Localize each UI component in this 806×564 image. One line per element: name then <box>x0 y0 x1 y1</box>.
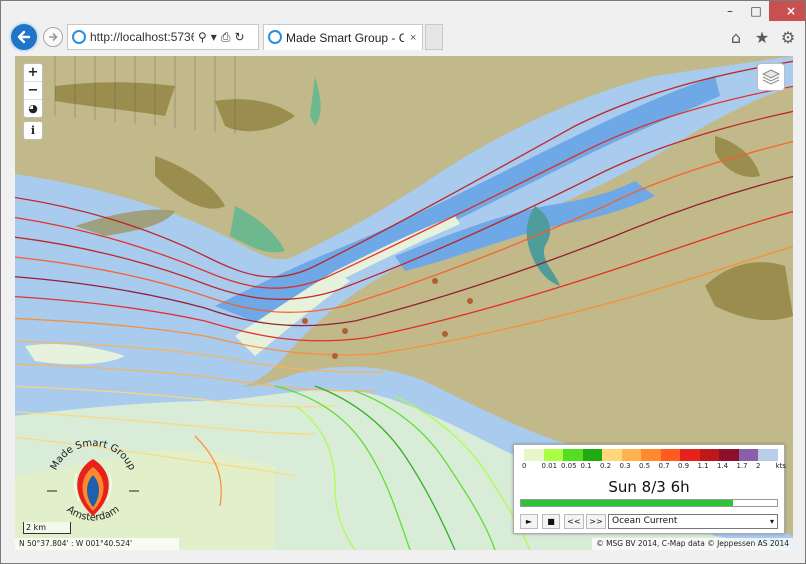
title-bar: – □ × http://localhost:57369/L ⚲ ▾ ⎙ ↻ M… <box>1 1 805 57</box>
address-bar[interactable]: http://localhost:57369/L ⚲ ▾ ⎙ ↻ <box>67 24 259 50</box>
layer-select-value: Ocean Current <box>612 516 678 526</box>
zoom-in-button[interactable]: + <box>24 64 42 82</box>
forward-button-playback[interactable]: >> <box>586 514 606 529</box>
minimize-button[interactable]: – <box>717 1 743 21</box>
back-button[interactable] <box>9 22 39 52</box>
legend-label: 0.5 <box>639 462 651 470</box>
legend-swatch <box>738 449 758 461</box>
compat-view-icon[interactable]: ⎙ <box>221 30 231 45</box>
made-smart-group-logo: Made Smart Group Amsterdam <box>47 438 139 524</box>
map-attribution: © MSG BV 2014, C-Map data © Jeppessen AS… <box>592 538 793 550</box>
legend-label: 0.9 <box>678 462 690 470</box>
address-url[interactable]: http://localhost:57369/L <box>90 30 194 44</box>
legend-unit: kts <box>775 462 786 470</box>
legend-swatch <box>660 449 680 461</box>
forecast-time: Sun 8/3 6h <box>608 478 690 496</box>
legend-swatch <box>543 449 563 461</box>
back-arrow-icon <box>17 30 31 44</box>
home-icon[interactable]: ⌂ <box>727 28 745 47</box>
ie-page-icon <box>72 30 86 44</box>
time-progress-fill <box>521 500 734 506</box>
chevron-down-icon: ▾ <box>769 517 774 526</box>
star-icon[interactable]: ★ <box>753 28 771 47</box>
zoom-control: + − ◕ <box>23 63 43 118</box>
legend-label: 1.7 <box>736 462 748 470</box>
scale-bar: 2 km <box>23 522 71 534</box>
chart-map[interactable]: + − ◕ i Made Smart Group Amsterdam 2 km … <box>15 56 793 550</box>
layer-select[interactable]: Ocean Current ▾ <box>608 514 778 529</box>
legend-label: 0.2 <box>600 462 612 470</box>
current-control-panel: 0 0.01 0.05 0.1 0.2 0.3 0.5 0.7 0.9 1.1 1.4 1.7 2 kts… <box>513 444 786 534</box>
browser-window: – □ × http://localhost:57369/L ⚲ ▾ ⎙ ↻ M… <box>0 0 806 564</box>
close-window-button[interactable]: × <box>769 1 805 21</box>
speed-legend-bar <box>524 449 778 461</box>
legend-label: 1.1 <box>697 462 709 470</box>
info-button[interactable]: i <box>23 121 43 140</box>
layers-icon <box>761 69 781 85</box>
legend-swatch <box>621 449 641 461</box>
refresh-icon[interactable]: ↻ <box>234 30 244 44</box>
globe-icon[interactable]: ◕ <box>24 100 42 117</box>
browser-toolbar: ⌂ ★ ⚙ <box>727 28 797 47</box>
maximize-button[interactable]: □ <box>743 1 769 21</box>
legend-swatch <box>758 449 778 461</box>
search-icon[interactable]: ⚲ <box>198 30 207 44</box>
legend-label: 2 <box>756 462 761 470</box>
legend-label: 0.1 <box>580 462 592 470</box>
cursor-coordinates: N 50°37.804' : W 001°40.524' <box>15 538 179 550</box>
legend-swatch <box>680 449 700 461</box>
legend-label: 0.01 <box>541 462 558 470</box>
forward-button[interactable] <box>43 27 63 47</box>
legend-swatch <box>641 449 661 461</box>
legend-swatch <box>563 449 583 461</box>
legend-swatch <box>719 449 739 461</box>
tab-close-icon[interactable]: × <box>410 32 416 44</box>
layers-button[interactable] <box>757 63 785 91</box>
legend-swatch <box>602 449 622 461</box>
legend-label: 0.7 <box>658 462 670 470</box>
dropdown-icon[interactable]: ▾ <box>211 30 217 44</box>
legend-label: 0 <box>522 462 527 470</box>
speed-legend-labels: 0 0.01 0.05 0.1 0.2 0.3 0.5 0.7 0.9 1.1 1.4 1.7 2 kts <box>522 462 786 472</box>
legend-label: 0.05 <box>561 462 577 470</box>
legend-swatch <box>699 449 719 461</box>
rewind-button[interactable]: << <box>564 514 584 529</box>
zoom-out-button[interactable]: − <box>24 82 42 100</box>
legend-label: 0.3 <box>619 462 631 470</box>
window-controls: – □ × <box>717 1 805 23</box>
legend-swatch <box>524 449 544 461</box>
gear-icon[interactable]: ⚙ <box>779 28 797 47</box>
tab-ie-icon <box>268 30 282 44</box>
new-tab-button[interactable] <box>425 24 443 50</box>
legend-label: 1.4 <box>717 462 729 470</box>
time-progress-bar[interactable] <box>520 499 778 507</box>
forward-arrow-icon <box>49 32 58 42</box>
tab-title: Made Smart Group - ChartS <box>286 30 404 45</box>
play-button[interactable]: ► <box>520 514 538 529</box>
stop-button[interactable]: ■ <box>542 514 560 529</box>
browser-tab-active[interactable]: Made Smart Group - ChartS × <box>263 24 423 50</box>
legend-swatch <box>582 449 602 461</box>
